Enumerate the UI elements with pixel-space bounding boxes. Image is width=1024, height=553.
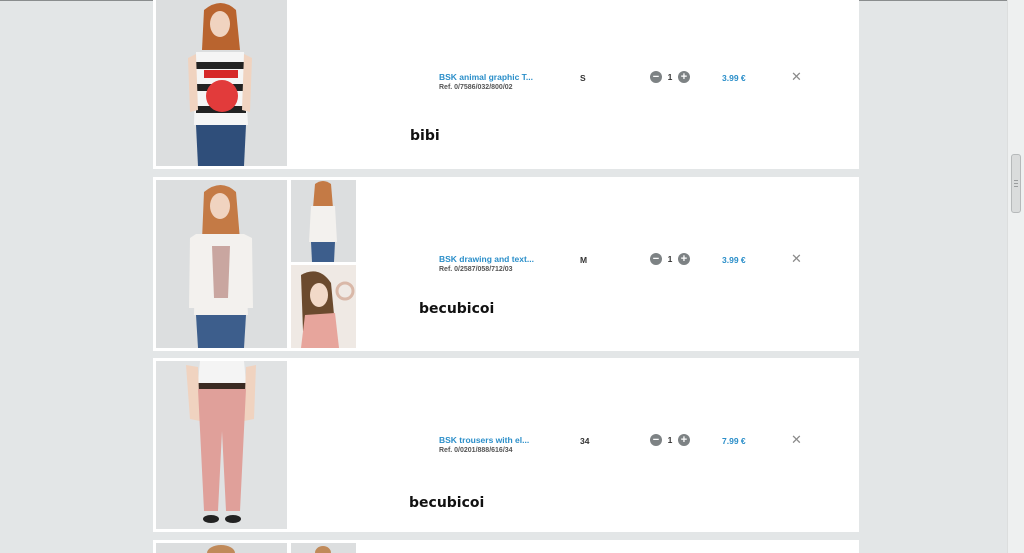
quantity-stepper: − 1 + bbox=[650, 434, 690, 446]
minus-icon[interactable]: − bbox=[650, 253, 662, 265]
cart-item: BSK animal graphic T... Ref. 0/7586/032/… bbox=[153, 0, 859, 169]
quantity-stepper: − 1 + bbox=[650, 71, 690, 83]
grip-line bbox=[1014, 183, 1018, 184]
product-image-main[interactable] bbox=[156, 0, 287, 166]
model-longsleeve-photo bbox=[156, 180, 287, 348]
quantity-value: 1 bbox=[667, 254, 673, 264]
minus-icon[interactable]: − bbox=[650, 434, 662, 446]
product-price: 7.99 € bbox=[722, 436, 746, 446]
cart-item: BSK trousers with el... Ref. 0/0201/888/… bbox=[153, 358, 859, 532]
product-reference: Ref. 0/0201/888/616/34 bbox=[439, 447, 513, 454]
quantity-value: 1 bbox=[667, 72, 673, 82]
grip-line bbox=[1014, 186, 1018, 187]
product-image-main[interactable] bbox=[156, 543, 287, 553]
remove-item-icon[interactable]: ✕ bbox=[791, 252, 802, 265]
item-note: becubicoi bbox=[419, 301, 495, 317]
product-image-back[interactable] bbox=[291, 543, 356, 553]
product-image-main[interactable] bbox=[156, 180, 287, 348]
product-name-link[interactable]: BSK drawing and text... bbox=[439, 254, 534, 264]
product-size: 34 bbox=[580, 436, 590, 446]
cart-item: BSK drawing and text... Ref. 0/2587/058/… bbox=[153, 177, 859, 351]
scrollbar-thumb[interactable] bbox=[1011, 154, 1021, 213]
quantity-stepper: − 1 + bbox=[650, 253, 690, 265]
product-reference: Ref. 0/2587/058/712/03 bbox=[439, 266, 513, 273]
print-detail-photo bbox=[291, 265, 356, 348]
product-reference: Ref. 0/7586/032/800/02 bbox=[439, 84, 513, 91]
product-name-link[interactable]: BSK animal graphic T... bbox=[439, 72, 533, 82]
vertical-scrollbar[interactable] bbox=[1007, 0, 1024, 553]
product-price: 3.99 € bbox=[722, 73, 746, 83]
product-price: 3.99 € bbox=[722, 255, 746, 265]
product-size: S bbox=[580, 73, 586, 83]
quantity-value: 1 bbox=[667, 435, 673, 445]
plus-icon[interactable]: + bbox=[678, 253, 690, 265]
product-size: M bbox=[580, 255, 588, 265]
plus-icon[interactable]: + bbox=[678, 434, 690, 446]
remove-item-icon[interactable]: ✕ bbox=[791, 70, 802, 83]
item-note: becubicoi bbox=[409, 495, 485, 511]
item-note: bibi bbox=[410, 128, 440, 144]
product-name-link[interactable]: BSK trousers with el... bbox=[439, 435, 529, 445]
model-trousers-photo bbox=[156, 361, 287, 529]
plus-icon[interactable]: + bbox=[678, 71, 690, 83]
model-back-photo-cropped bbox=[291, 543, 356, 553]
product-image-detail[interactable] bbox=[291, 265, 356, 348]
model-back-photo bbox=[291, 180, 356, 262]
model-tshirt-photo bbox=[156, 0, 287, 166]
cart-item-partial bbox=[153, 540, 859, 553]
product-image-back[interactable] bbox=[291, 180, 356, 262]
grip-line bbox=[1014, 180, 1018, 181]
model-photo-cropped bbox=[156, 543, 287, 553]
minus-icon[interactable]: − bbox=[650, 71, 662, 83]
product-image-main[interactable] bbox=[156, 361, 287, 529]
remove-item-icon[interactable]: ✕ bbox=[791, 433, 802, 446]
